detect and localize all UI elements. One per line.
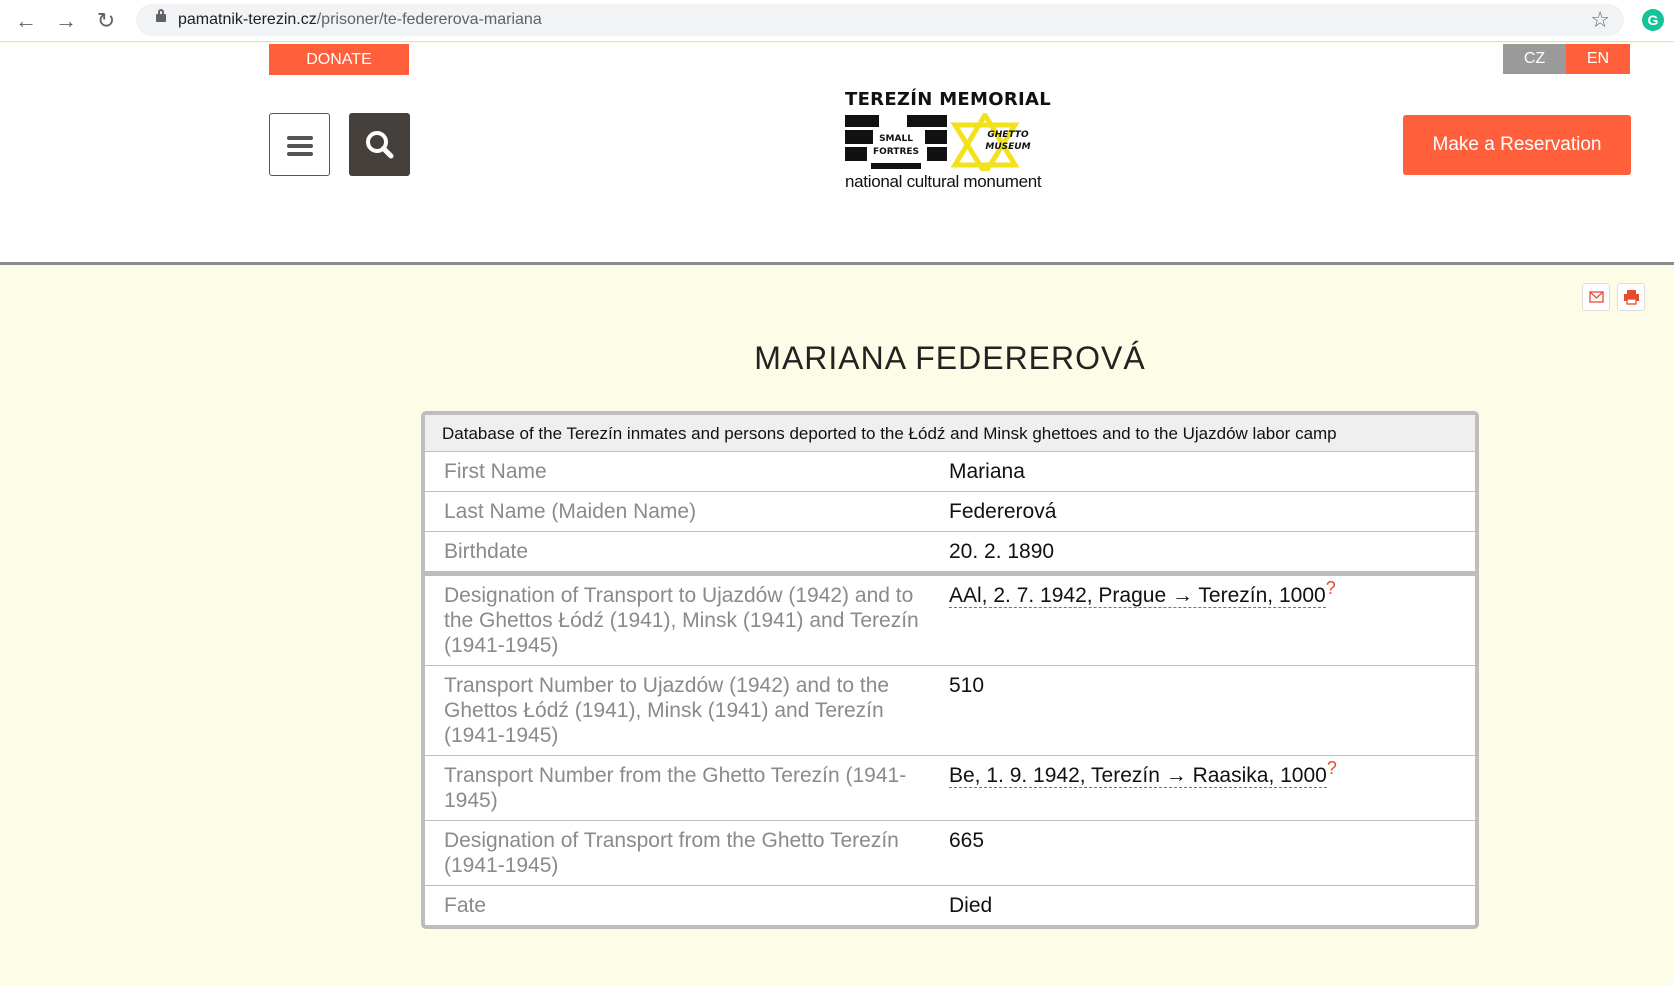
hamburger-bar [287,136,313,140]
table-row: Transport Number from the Ghetto Terezín… [425,756,1475,821]
help-question-icon[interactable]: ? [1327,758,1337,778]
page-title: MARIANA FEDEREROVÁ [754,340,1146,376]
language-cz-button[interactable]: CZ [1503,44,1566,74]
logo-small-fortress-text: SMALL [879,134,913,144]
search-button[interactable] [349,113,410,176]
row-label: Birthdate [444,540,529,563]
donate-button[interactable]: DONATE [269,44,409,75]
logo-emblem-icon: SMALL FORTRES GHETTO MUSEUM [845,113,1031,171]
row-label: Transport Number to Ujazdów (1942) and t… [444,674,890,747]
url-path: /prisoner/te-federerova-mariana [316,11,542,28]
row-value: Mariana [949,460,1025,483]
row-label: First Name [444,460,547,483]
back-arrow-icon[interactable]: ← [12,7,40,35]
bookmark-star-icon[interactable]: ☆ [1590,7,1610,33]
prisoner-data-table: Database of the Terezín inmates and pers… [421,411,1479,929]
browser-toolbar: ← → ↻ pamatnik-terezin.cz/prisoner/te-fe… [0,0,1674,42]
row-label: Designation of Transport from the Ghetto… [444,829,899,877]
row-value: 665 [949,829,985,852]
table-row: Designation of Transport to Ujazdów (194… [425,576,1475,666]
row-label: Fate [444,894,487,917]
row-value-cell: Be, 1. 9. 1942, Terezín → Raasika, 1000? [949,756,1475,820]
help-question-icon[interactable]: ? [1326,578,1336,598]
row-label: Designation of Transport to Ujazdów (194… [444,584,919,657]
hamburger-bar [287,152,313,156]
email-share-button[interactable] [1582,283,1610,311]
row-value-cell: AAl, 2. 7. 1942, Prague → Terezín, 1000? [949,576,1475,665]
reload-icon[interactable]: ↻ [92,7,120,35]
row-value: 510 [949,674,985,697]
lock-icon [156,9,166,22]
url-domain: pamatnik-terezin.cz [178,11,317,28]
row-value: Died [949,894,993,917]
hamburger-menu-button[interactable] [269,113,330,176]
row-label: Transport Number from the Ghetto Terezín… [444,764,907,812]
table-row: Transport Number to Ujazdów (1942) and t… [425,666,1475,756]
row-label: Last Name (Maiden Name) [444,500,697,523]
forward-arrow-icon[interactable]: → [52,7,80,35]
transport-link[interactable]: Be, 1. 9. 1942, Terezín → Raasika, 1000 [949,764,1327,788]
address-bar[interactable]: pamatnik-terezin.cz/prisoner/te-federero… [136,4,1624,36]
row-value: 20. 2. 1890 [949,540,1055,563]
grammarly-extension-icon[interactable]: G [1642,9,1664,31]
url-text: pamatnik-terezin.cz/prisoner/te-federero… [178,11,542,29]
table-row: Birthdate 20. 2. 1890 [425,532,1475,576]
table-row: Last Name (Maiden Name) Federerová [425,492,1475,532]
language-en-button[interactable]: EN [1566,44,1630,74]
search-icon [366,131,394,159]
printer-icon [1624,290,1639,305]
table-row: Designation of Transport from the Ghetto… [425,821,1475,886]
svg-text:GHETTO: GHETTO [987,130,1029,140]
hamburger-bar [287,144,313,148]
row-value: Federerová [949,500,1057,523]
transport-link[interactable]: AAl, 2. 7. 1942, Prague → Terezín, 1000 [949,584,1326,608]
table-row: Fate Died [425,886,1475,925]
table-header: Database of the Terezín inmates and pers… [425,415,1475,452]
logo-subtitle: national cultural monument [845,172,1042,191]
make-reservation-button[interactable]: Make a Reservation [1403,115,1631,175]
envelope-icon [1589,291,1604,303]
logo-title: TEREZÍN MEMORIAL [845,89,1051,110]
site-logo[interactable]: TEREZÍN MEMORIAL SMALL FORTRES GHETTO MU… [845,89,1055,199]
svg-text:FORTRES: FORTRES [873,147,919,157]
svg-text:MUSEUM: MUSEUM [985,142,1030,152]
table-row: First Name Mariana [425,452,1475,492]
print-button[interactable] [1617,283,1645,311]
site-header: DONATE CZ EN TEREZÍN MEMORIAL SMALL FORT… [0,43,1674,265]
